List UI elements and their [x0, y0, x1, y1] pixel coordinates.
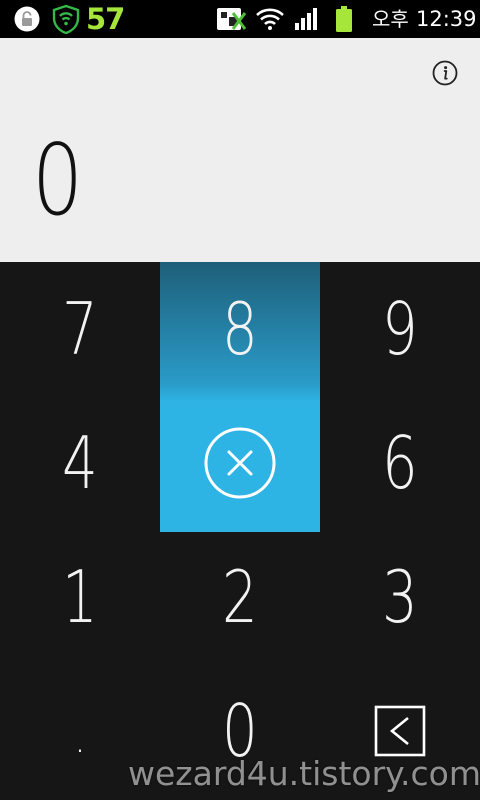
keypad: 7 8 9 4 6 1 2 3 . 0 — [0, 262, 480, 800]
key-4-label: 4 — [62, 421, 98, 505]
key-decimal-label: . — [73, 716, 87, 762]
key-1[interactable]: 1 — [0, 530, 160, 664]
key-6-label: 6 — [382, 421, 418, 505]
clear-circle-x-icon — [204, 427, 276, 499]
key-1-label: 1 — [62, 555, 98, 639]
wifi-icon — [256, 8, 284, 30]
display-value: 0 — [32, 124, 84, 238]
key-7-label: 7 — [62, 287, 98, 371]
key-9[interactable]: 9 — [320, 262, 480, 396]
notification-count: 57 — [86, 2, 125, 36]
signal-icon — [295, 8, 317, 30]
key-8[interactable]: 8 — [160, 262, 320, 396]
key-9-label: 9 — [382, 287, 418, 371]
watermark-text: wezard4u.tistory.com — [128, 754, 480, 793]
info-icon[interactable] — [432, 60, 458, 86]
notification-icon — [217, 8, 247, 30]
calculator-display: 0 — [0, 38, 480, 262]
key-8-label: 8 — [222, 287, 258, 371]
status-bar: 57 오후 12:39 — [0, 0, 480, 38]
key-2-label: 2 — [222, 555, 258, 639]
calculator-screen: 57 오후 12:39 0 7 8 9 4 6 1 2 3 . 0 wezard… — [0, 0, 480, 800]
key-6[interactable]: 6 — [320, 396, 480, 530]
key-2[interactable]: 2 — [160, 530, 320, 664]
backspace-icon — [374, 705, 426, 757]
key-4[interactable]: 4 — [0, 396, 160, 530]
shield-icon — [52, 4, 80, 34]
key-7[interactable]: 7 — [0, 262, 160, 396]
lock-icon — [14, 6, 40, 32]
clock-time: 12:39 — [416, 7, 477, 31]
key-3[interactable]: 3 — [320, 530, 480, 664]
clear-button[interactable] — [160, 396, 320, 530]
key-3-label: 3 — [382, 555, 418, 639]
battery-icon — [336, 6, 352, 32]
time-ampm: 오후 — [372, 7, 409, 31]
